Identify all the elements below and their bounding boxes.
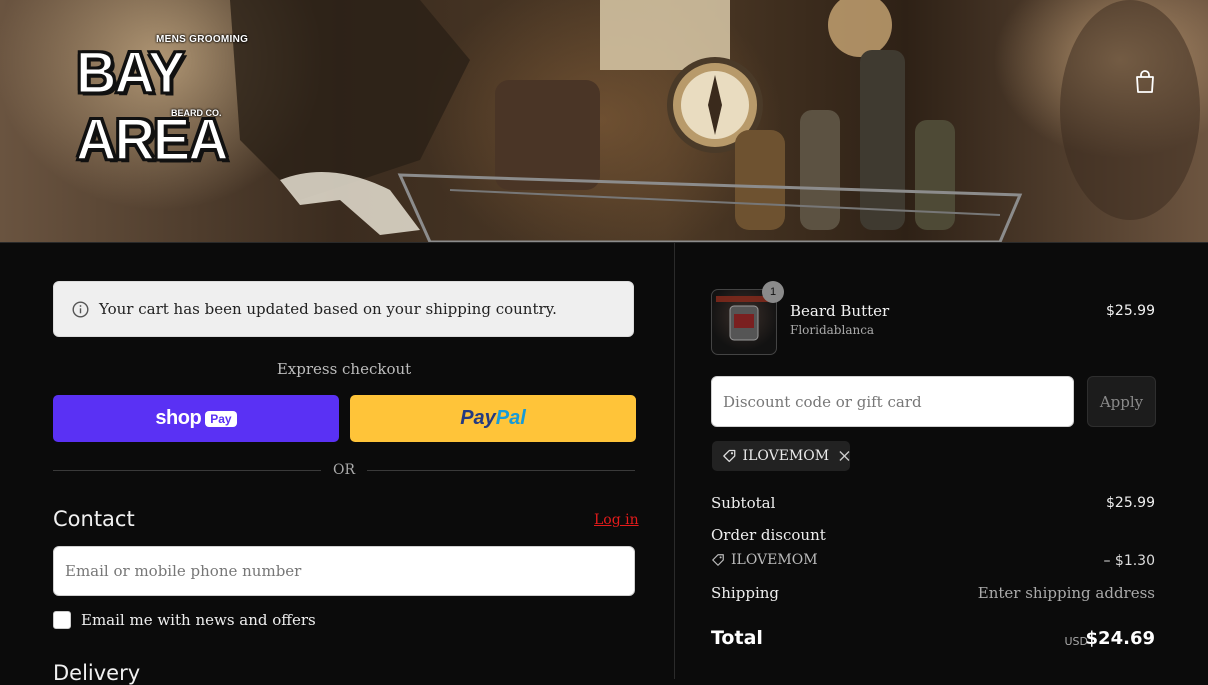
item-price: $25.99: [1106, 303, 1155, 319]
shop-pay-word: shop: [155, 407, 202, 429]
subtotal-label: Subtotal: [711, 494, 776, 512]
cart-updated-notice: Your cart has been updated based on your…: [53, 281, 634, 337]
shipping-value: Enter shipping address: [977, 584, 1155, 602]
newsletter-checkbox[interactable]: [53, 611, 71, 629]
info-icon: [72, 300, 89, 318]
email-field[interactable]: [53, 546, 635, 596]
shop-pay-pill: Pay: [205, 410, 237, 427]
shop-pay-button[interactable]: shop Pay: [53, 395, 339, 442]
paypal-word-1: Pay: [460, 407, 496, 429]
or-separator: OR: [53, 461, 635, 481]
total-label: Total: [711, 627, 763, 649]
paypal-button[interactable]: Pay Pal: [350, 395, 636, 442]
logo-bottom-text: BEARD CO.: [171, 108, 222, 118]
order-discount-label: Order discount: [711, 526, 826, 544]
checkout-form: Your cart has been updated based on your…: [0, 243, 674, 685]
hero-banner: MENS GROOMING BAY AREA BEARD CO.: [0, 0, 1208, 243]
order-discount-value: – $1.30: [1103, 553, 1155, 569]
total-value: $24.69: [1085, 628, 1155, 649]
item-variant: Floridablanca: [790, 323, 875, 337]
item-name: Beard Butter: [790, 302, 890, 320]
paypal-word-2: Pal: [495, 407, 526, 429]
discount-code-field[interactable]: [711, 376, 1074, 427]
apply-discount-button[interactable]: Apply: [1087, 376, 1156, 427]
login-link[interactable]: Log in: [594, 512, 639, 528]
applied-discount-chip: ILOVEMOM: [712, 441, 850, 471]
tag-icon: [712, 554, 724, 566]
total-currency: USD: [1064, 635, 1088, 648]
order-discount-code: ILOVEMOM: [731, 552, 818, 568]
contact-heading: Contact: [53, 507, 135, 531]
remove-discount-icon[interactable]: [839, 450, 850, 462]
subtotal-value: $25.99: [1106, 495, 1155, 511]
logo-main-text: BAY AREA: [75, 38, 230, 173]
tag-icon: [723, 449, 736, 463]
applied-discount-code: ILOVEMOM: [742, 448, 830, 464]
newsletter-label[interactable]: Email me with news and offers: [81, 611, 316, 629]
separator-line-right: [367, 470, 635, 471]
quantity-badge: 1: [762, 281, 784, 303]
express-checkout-label: Express checkout: [276, 360, 412, 378]
shipping-label: Shipping: [711, 584, 779, 602]
product-thumbnail: 1: [711, 281, 784, 355]
brand-logo[interactable]: MENS GROOMING BAY AREA BEARD CO.: [75, 34, 308, 173]
order-summary: 1 Beard Butter Floridablanca $25.99 Appl…: [675, 243, 1208, 679]
delivery-heading: Delivery: [53, 661, 141, 685]
notice-text: Your cart has been updated based on your…: [99, 300, 557, 318]
order-discount-code-row: ILOVEMOM: [711, 552, 818, 568]
shopping-bag-icon[interactable]: [1134, 70, 1156, 94]
